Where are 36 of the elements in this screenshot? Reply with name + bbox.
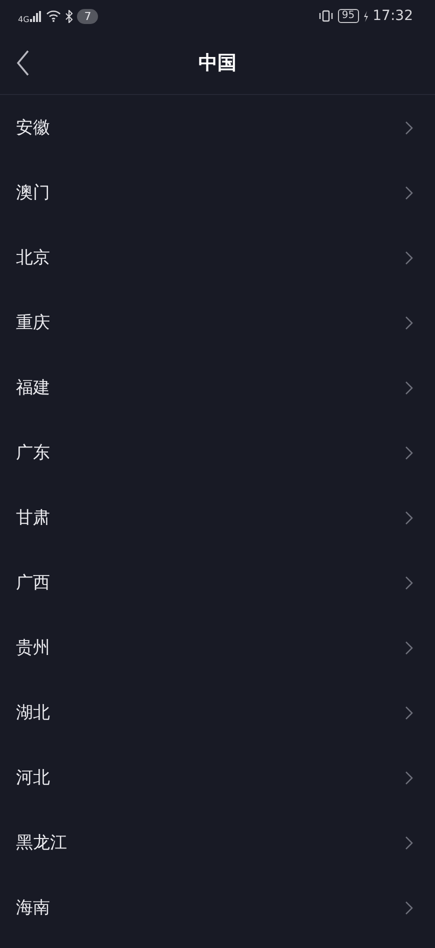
chevron-right-icon [405,186,413,200]
region-item[interactable]: 河北 [0,745,435,810]
region-item[interactable]: 黑龙江 [0,810,435,875]
bluetooth-icon [65,10,74,22]
wifi-icon [46,10,62,22]
region-item[interactable]: 海南 [0,875,435,940]
region-item[interactable]: 广西 [0,550,435,615]
clock: 17:32 [372,8,413,24]
chevron-right-icon [405,836,413,850]
chevron-right-icon [405,316,413,330]
chevron-right-icon [405,900,413,914]
region-item[interactable]: 安徽 [0,95,435,160]
region-item[interactable]: 北京 [0,225,435,290]
chevron-right-icon [405,120,413,134]
chevron-right-icon [405,706,413,720]
battery-level: 95 [338,9,359,23]
region-item[interactable]: 福建 [0,355,435,420]
chevron-right-icon [405,510,413,524]
chevron-right-icon [405,770,413,784]
signal-icon [30,10,42,22]
chevron-right-icon [405,380,413,394]
vibrate-icon [318,10,334,22]
chevron-right-icon [405,640,413,654]
region-item[interactable]: 广东 [0,420,435,485]
notification-count: 7 [77,8,98,24]
chevron-right-icon [405,250,413,264]
chevron-right-icon [405,576,413,590]
network-type: 4G [18,14,30,24]
region-item[interactable]: 澳门 [0,160,435,225]
region-item[interactable]: 甘肃 [0,485,435,550]
page-title: 中国 [198,51,236,76]
charging-icon [362,10,369,22]
region-item[interactable]: 湖北 [0,680,435,745]
region-item[interactable]: 重庆 [0,290,435,355]
region-item[interactable]: 贵州 [0,615,435,680]
chevron-right-icon [405,446,413,460]
